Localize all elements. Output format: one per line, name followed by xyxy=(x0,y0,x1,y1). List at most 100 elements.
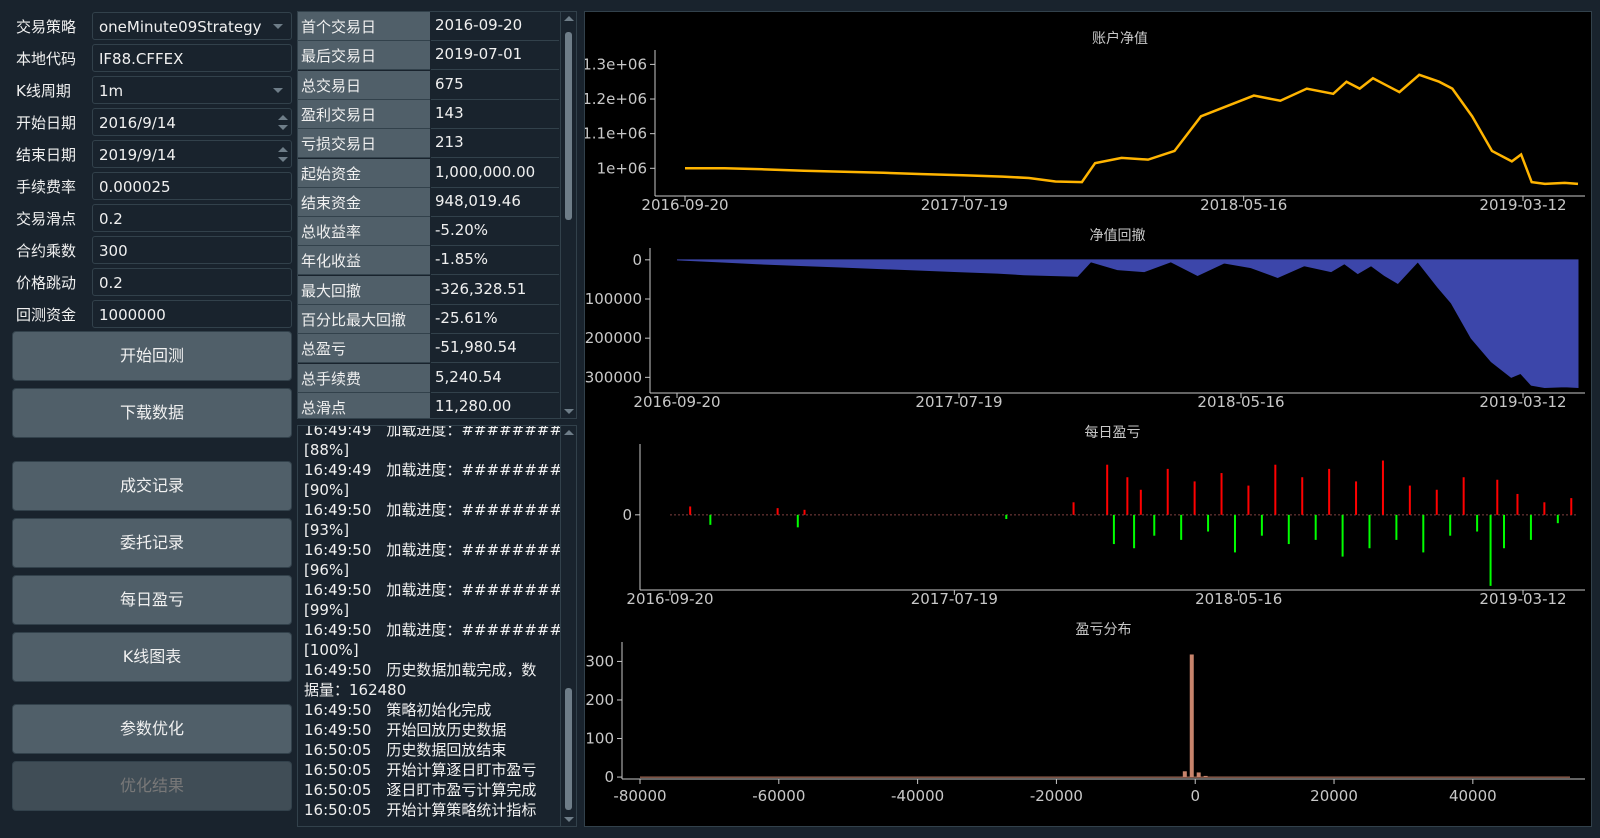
select-field[interactable]: oneMinute09Strategy xyxy=(92,12,292,40)
log-line: [99%] xyxy=(304,601,350,619)
log-line: 16:50:05 逐日盯市盈亏计算完成 xyxy=(304,781,537,799)
log-line: 16:49:50 加载进度：########## xyxy=(304,621,577,639)
scroll-thumb[interactable] xyxy=(565,32,572,220)
table-row: 盈利交易日 143 xyxy=(298,99,560,130)
field-label: K线周期 xyxy=(16,82,71,100)
scroll-up-icon[interactable] xyxy=(564,430,574,435)
x-tick-label: 0 xyxy=(1190,787,1200,805)
log-line: [88%] xyxy=(304,441,350,459)
log-scrollbar[interactable] xyxy=(560,426,576,826)
table-row: 百分比最大回撤 -25.61% xyxy=(298,305,560,335)
histogram-bar xyxy=(1196,772,1201,778)
log-line: 16:49:50 策略初始化完成 xyxy=(304,701,492,719)
field-label: 交易滑点 xyxy=(16,210,77,228)
scroll-down-icon[interactable] xyxy=(564,817,574,822)
scroll-thumb[interactable] xyxy=(565,688,572,810)
settings-row: 结束日期 2019/9/14 xyxy=(10,138,292,170)
log-line: 16:49:50 加载进度：######### xyxy=(304,501,575,519)
download-data-button[interactable]: 下载数据 xyxy=(12,388,292,438)
input-field[interactable]: 0.2 xyxy=(92,204,292,232)
stat-key: 结束资金 xyxy=(298,187,430,217)
log-line: 16:49:50 历史数据加载完成，数 xyxy=(304,661,537,679)
table-row: 总滑点 11,280.00 xyxy=(298,392,560,418)
spin-down-icon[interactable] xyxy=(278,157,288,162)
log-line: 16:50:05 开始计算策略统计指标 xyxy=(304,801,537,819)
chart-title: 盈亏分布 xyxy=(1076,622,1132,638)
table-row: 总手续费 5,240.54 xyxy=(298,363,560,394)
log-line: 16:49:50 开始回放历史数据 xyxy=(304,721,507,739)
field-value: 0.000025 xyxy=(99,178,171,196)
date-field[interactable]: 2019/9/14 xyxy=(92,140,292,168)
settings-row: 手续费率 0.000025 xyxy=(10,170,292,202)
log-line: [90%] xyxy=(304,481,350,499)
daily-pnl-button[interactable]: 每日盈亏 xyxy=(12,575,292,625)
optimize-result-button: 优化结果 xyxy=(12,761,292,811)
input-field[interactable]: 300 xyxy=(92,236,292,264)
log-line: 16:50:05 历史数据回放结束 xyxy=(304,741,507,759)
stat-key: 总盈亏 xyxy=(298,334,430,364)
field-value: 2016/9/14 xyxy=(99,114,176,132)
x-tick-label: -20000 xyxy=(1030,787,1083,805)
chart-title: 每日盈亏 xyxy=(1085,425,1141,441)
y-tick-label: -200000 xyxy=(585,329,642,347)
stat-key: 总滑点 xyxy=(298,392,430,418)
field-label: 交易策略 xyxy=(16,18,77,36)
stat-value: 5,240.54 xyxy=(431,363,559,393)
select-field[interactable]: 1m xyxy=(92,76,292,104)
y-tick-label: 1e+06 xyxy=(597,159,647,177)
drawdown-area xyxy=(676,259,1579,389)
log-line: 16:50:05 开始计算逐日盯市盈亏 xyxy=(304,761,537,779)
chart-title: 账户净值 xyxy=(1092,30,1148,47)
y-tick-label: 200 xyxy=(585,691,614,709)
log-line: [100%] xyxy=(304,641,359,659)
field-label: 本地代码 xyxy=(16,50,77,68)
stat-key: 百分比最大回撤 xyxy=(298,305,430,334)
x-tick-label: 2018-05-16 xyxy=(1197,393,1284,411)
field-label: 合约乘数 xyxy=(16,242,77,260)
stat-key: 总收益率 xyxy=(298,217,430,247)
y-tick-label: -300000 xyxy=(585,368,642,386)
stat-key: 盈利交易日 xyxy=(298,99,430,129)
start-backtest-button[interactable]: 开始回测 xyxy=(12,331,292,381)
table-row: 起始资金 1,000,000.00 xyxy=(298,158,560,189)
x-tick-label: 2016-09-20 xyxy=(641,196,728,214)
x-tick-label: 2017-07-19 xyxy=(915,393,1002,411)
charts-svg: 账户净值净值回撤每日盈亏盈亏分布 2016-09-20 2017-07-19 2018… xyxy=(585,30,1585,805)
spin-up-icon[interactable] xyxy=(278,115,288,120)
statistics-scrollbar[interactable] xyxy=(560,12,576,418)
input-field[interactable]: 1000000 xyxy=(92,300,292,328)
settings-panel: 交易策略 oneMinute09Strategy 本地代码 IF88.CFFEX K线周… xyxy=(10,10,292,811)
stat-value: -326,328.51 xyxy=(431,275,559,305)
scroll-down-icon[interactable] xyxy=(564,409,574,414)
field-value: 0.2 xyxy=(99,210,123,228)
y-tick-label: -100000 xyxy=(585,290,642,308)
spin-up-icon[interactable] xyxy=(278,147,288,152)
input-field[interactable]: 0.2 xyxy=(92,268,292,296)
param-optimize-button[interactable]: 参数优化 xyxy=(12,704,292,754)
input-field[interactable]: IF88.CFFEX xyxy=(92,44,292,72)
table-row: 最后交易日 2019-07-01 xyxy=(298,41,560,71)
field-value: 1m xyxy=(99,82,124,100)
order-records-button[interactable]: 委托记录 xyxy=(12,518,292,568)
table-row: 总交易日 675 xyxy=(298,70,560,101)
spin-down-icon[interactable] xyxy=(278,125,288,130)
kline-chart-button[interactable]: K线图表 xyxy=(12,632,292,682)
y-tick-label: 1.1e+06 xyxy=(585,125,647,143)
stat-key: 最后交易日 xyxy=(298,41,430,71)
x-tick-label: 2019-03-12 xyxy=(1479,196,1566,214)
stat-value: 1,000,000.00 xyxy=(431,158,559,188)
table-row: 年化收益 -1.85% xyxy=(298,246,560,276)
date-field[interactable]: 2016/9/14 xyxy=(92,108,292,136)
field-label: 价格跳动 xyxy=(16,274,77,292)
table-row: 结束资金 948,019.46 xyxy=(298,187,560,218)
field-value: 1000000 xyxy=(99,306,166,324)
input-field[interactable]: 0.000025 xyxy=(92,172,292,200)
stat-value: 2016-09-20 xyxy=(431,12,559,41)
stat-value: 2019-07-01 xyxy=(431,41,559,71)
settings-row: 合约乘数 300 xyxy=(10,234,292,266)
trade-records-button[interactable]: 成交记录 xyxy=(12,461,292,511)
scroll-up-icon[interactable] xyxy=(564,16,574,21)
field-value: oneMinute09Strategy xyxy=(99,18,262,36)
settings-row: 开始日期 2016/9/14 xyxy=(10,106,292,138)
settings-row: 交易策略 oneMinute09Strategy xyxy=(10,10,292,42)
